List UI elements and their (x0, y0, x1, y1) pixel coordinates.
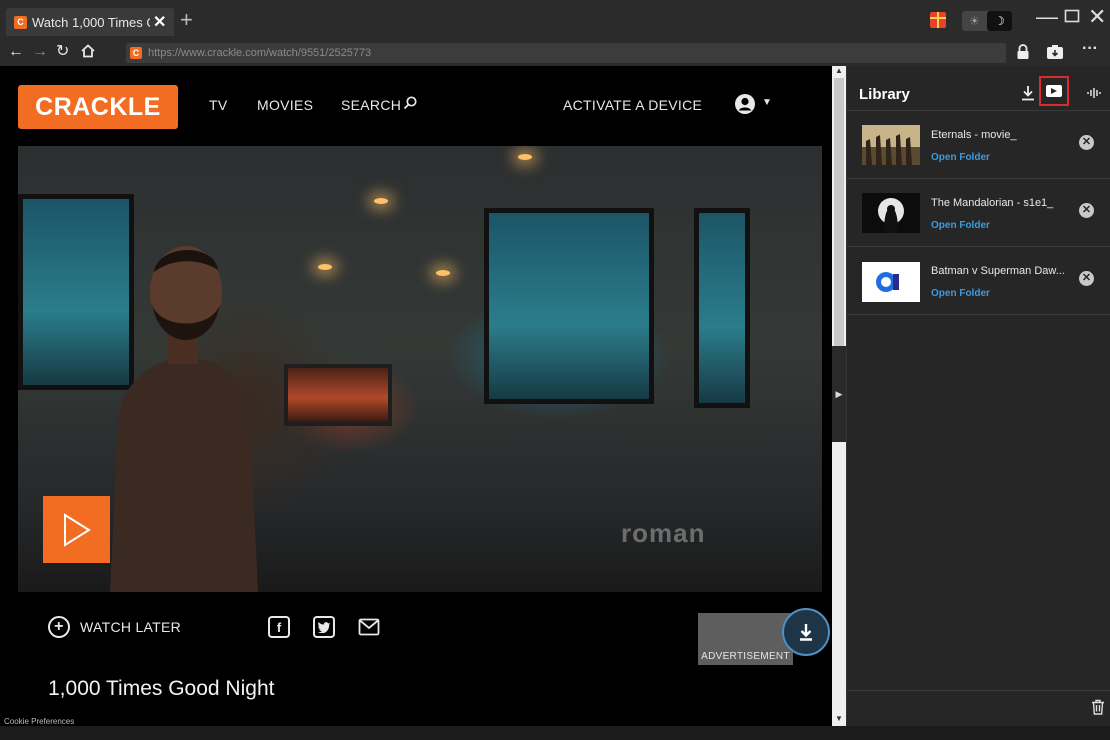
library-title: Library (859, 86, 910, 103)
video-scene-lamp (518, 154, 532, 160)
title-bar: C Watch 1,000 Times Go ✕ + ☀ ☽ — ✕ (0, 0, 1110, 40)
download-button[interactable] (782, 608, 830, 656)
close-window-icon[interactable]: ✕ (1088, 6, 1106, 28)
video-tab-button[interactable] (1039, 76, 1069, 106)
crackle-favicon-icon: C (14, 15, 27, 29)
item-thumbnail (862, 125, 920, 165)
url-text[interactable]: https://www.crackle.com/watch/9551/25257… (148, 47, 371, 59)
extension-download-icon[interactable] (1046, 44, 1064, 65)
more-menu-icon[interactable]: ··· (1082, 40, 1098, 58)
back-icon[interactable]: ← (8, 43, 24, 61)
remove-item-icon[interactable]: ✕ (1079, 203, 1094, 218)
facebook-icon[interactable]: f (268, 616, 290, 638)
library-panel: Library Eternals - movie_ Open Folder ✕ … (846, 66, 1110, 726)
new-tab-icon[interactable]: + (180, 9, 193, 31)
tab-title: Watch 1,000 Times Go (32, 14, 150, 30)
tab-close-icon[interactable]: ✕ (153, 12, 166, 32)
video-player[interactable]: roman (18, 146, 822, 592)
video-scene-lamp (374, 198, 388, 204)
audio-wave-icon[interactable] (1087, 87, 1101, 99)
dark-theme-icon[interactable]: ☽ (987, 11, 1012, 31)
item-thumbnail (862, 262, 920, 302)
scroll-up-icon[interactable]: ▲ (835, 66, 843, 75)
minimize-icon[interactable]: — (1036, 6, 1058, 28)
list-divider (847, 314, 1110, 315)
video-watermark: roman (621, 518, 706, 548)
item-title: Batman v Superman Daw... (931, 265, 1065, 277)
open-folder-link[interactable]: Open Folder (931, 152, 990, 163)
video-scene-lamp (436, 270, 450, 276)
account-caret-icon[interactable]: ▼ (762, 97, 772, 108)
library-item[interactable]: The Mandalorian - s1e1_ Open Folder ✕ (847, 178, 1110, 246)
item-thumbnail (862, 193, 920, 233)
email-icon[interactable] (358, 616, 380, 638)
forward-icon[interactable]: → (32, 43, 48, 61)
twitter-icon[interactable] (313, 616, 335, 638)
url-bar[interactable]: C https://www.crackle.com/watch/9551/252… (126, 43, 1006, 63)
maximize-icon[interactable] (1064, 5, 1080, 27)
chevron-right-icon: ▶ (835, 388, 843, 399)
gift-icon[interactable] (930, 12, 946, 28)
web-content: CRACKLE TV MOVIES SEARCH ACTIVATE A DEVI… (0, 66, 832, 726)
browser-tab[interactable]: C Watch 1,000 Times Go ✕ (6, 8, 174, 36)
home-icon[interactable] (80, 43, 96, 64)
light-theme-icon[interactable]: ☀ (962, 11, 987, 31)
crackle-favicon-icon: C (130, 47, 142, 59)
watch-later-button[interactable]: + WATCH LATER (48, 616, 181, 638)
library-header: Library (847, 66, 1110, 110)
lock-icon[interactable] (1016, 44, 1030, 65)
account-icon[interactable] (734, 93, 756, 115)
search-icon[interactable] (403, 96, 417, 110)
status-bar (0, 726, 1110, 740)
play-icon (63, 512, 91, 547)
cookie-preferences-link[interactable]: Cookie Preferences (4, 717, 74, 726)
play-button[interactable] (43, 496, 110, 563)
remove-item-icon[interactable]: ✕ (1079, 135, 1094, 150)
library-footer (847, 690, 1110, 726)
download-tab-icon[interactable] (1021, 85, 1035, 101)
movie-title: 1,000 Times Good Night (48, 677, 275, 700)
download-icon (800, 624, 812, 641)
scroll-thumb[interactable] (834, 78, 844, 346)
theme-toggle[interactable]: ☀ ☽ (962, 11, 1012, 31)
nav-activate-device[interactable]: ACTIVATE A DEVICE (563, 97, 702, 113)
library-item[interactable]: Batman v Superman Daw... Open Folder ✕ (847, 246, 1110, 314)
open-folder-link[interactable]: Open Folder (931, 220, 990, 231)
remove-item-icon[interactable]: ✕ (1079, 271, 1094, 286)
open-folder-link[interactable]: Open Folder (931, 288, 990, 299)
add-circle-icon: + (48, 616, 70, 638)
video-scene-lamp (318, 264, 332, 270)
youtube-icon (1046, 85, 1062, 97)
advertisement-placeholder[interactable]: ADVERTISEMENT (698, 613, 793, 665)
crackle-logo[interactable]: CRACKLE (18, 85, 178, 129)
video-scene-person (110, 246, 258, 592)
item-title: Eternals - movie_ (931, 129, 1017, 141)
nav-movies[interactable]: MOVIES (257, 97, 313, 113)
video-scene-window (694, 208, 750, 408)
nav-tv[interactable]: TV (209, 97, 228, 113)
video-scene-window (484, 208, 654, 404)
reload-icon[interactable]: ↻ (56, 43, 69, 61)
scroll-down-icon[interactable]: ▼ (835, 714, 843, 723)
panel-collapse-handle[interactable]: ▶ (832, 346, 846, 442)
item-title: The Mandalorian - s1e1_ (931, 197, 1054, 209)
watch-later-label: WATCH LATER (80, 619, 182, 635)
nav-search[interactable]: SEARCH (341, 97, 401, 113)
address-bar-row: ← → ↻ C https://www.crackle.com/watch/95… (0, 40, 1110, 66)
library-item[interactable]: Eternals - movie_ Open Folder ✕ (847, 110, 1110, 178)
trash-icon[interactable] (1091, 699, 1105, 715)
video-scene-fireplace (284, 364, 392, 426)
